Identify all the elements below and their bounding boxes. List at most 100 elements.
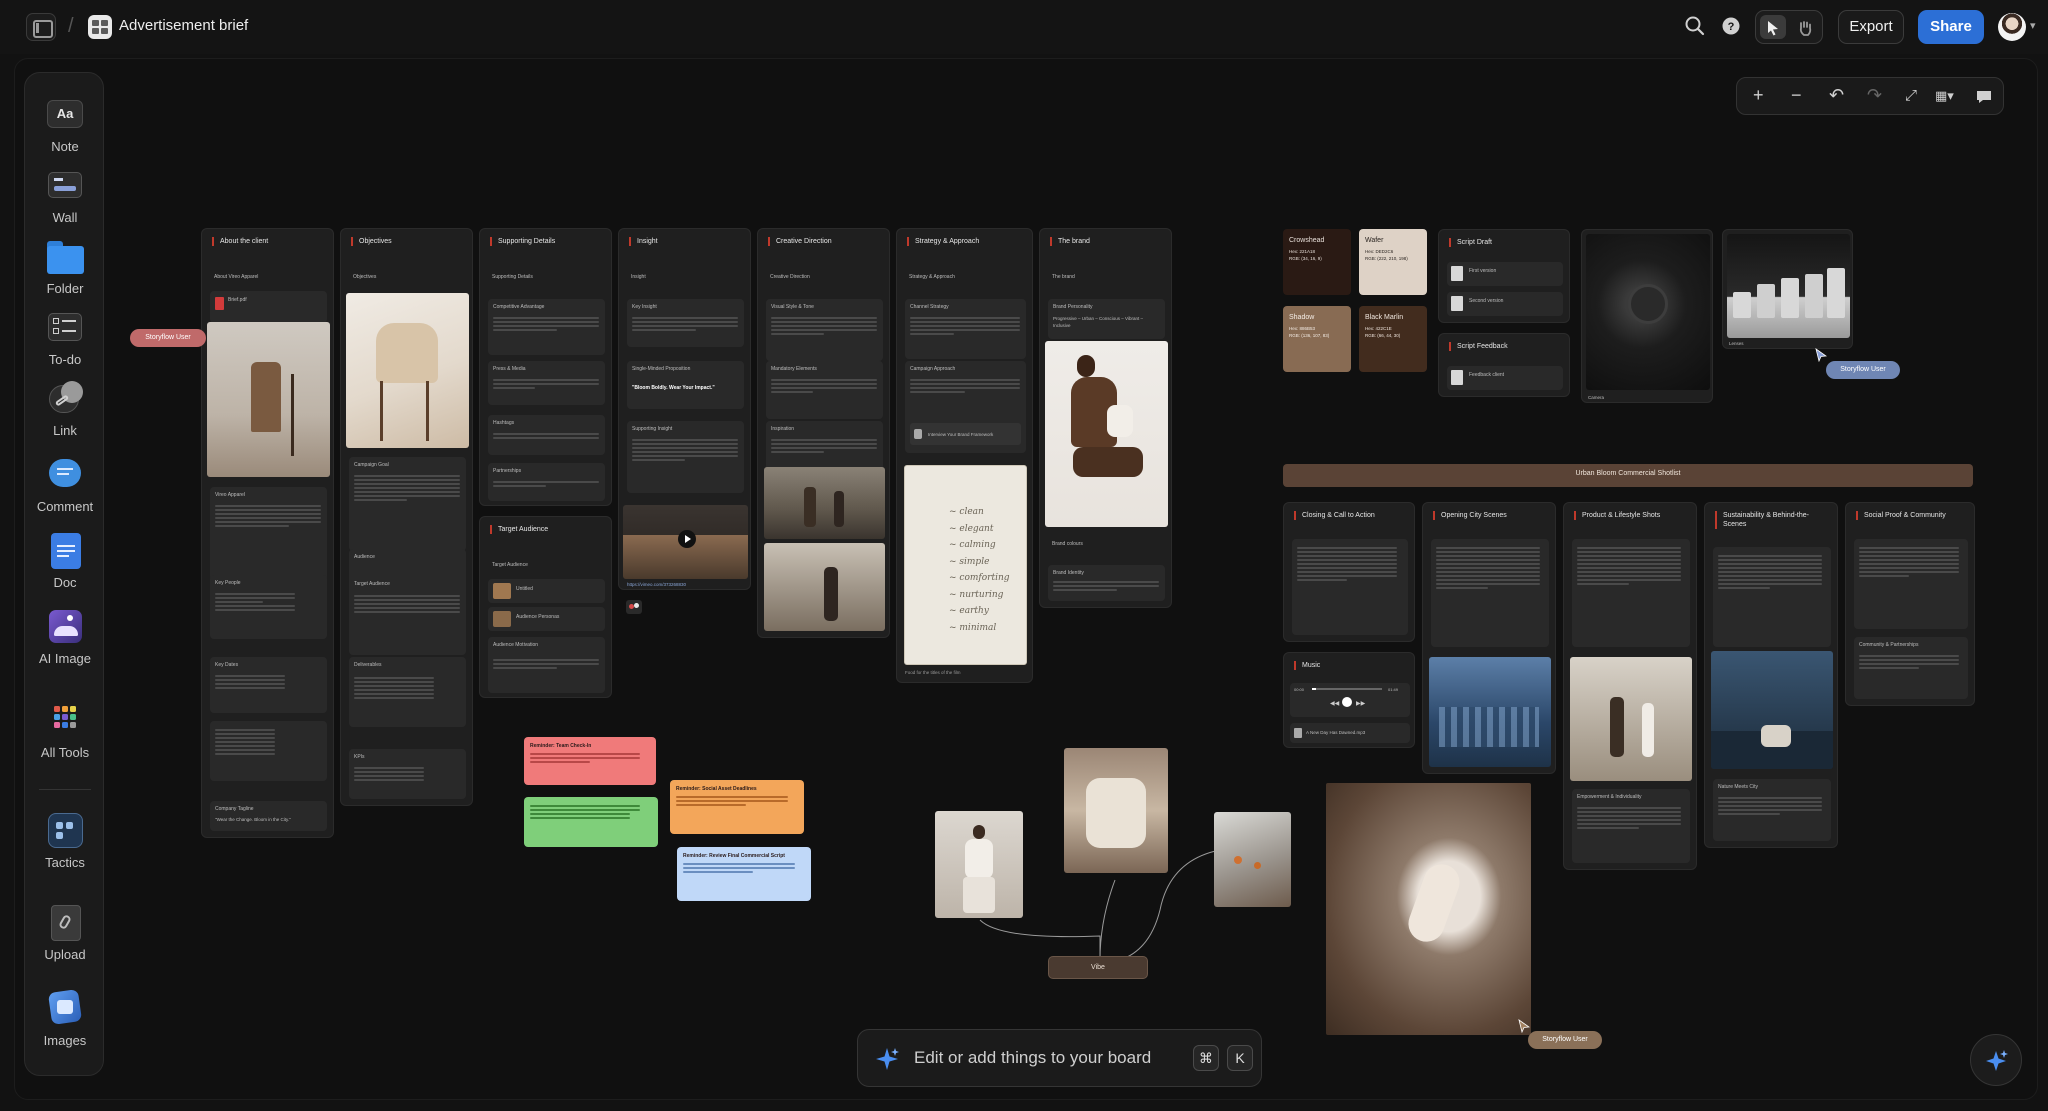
file-item[interactable]: Second version <box>1447 292 1563 316</box>
swatch-black-marlin[interactable]: Black Marlin Hex: 422C1E RGB: (66, 44, 3… <box>1359 306 1427 372</box>
mandatory-elements[interactable]: Mandatory Elements <box>766 361 883 419</box>
file-item[interactable]: Feedback client <box>1447 366 1563 390</box>
undo-icon[interactable]: ↶ <box>1829 85 1844 106</box>
framework-link[interactable]: Interview Your Brand Framework <box>910 423 1021 445</box>
key-dates[interactable]: Key Dates <box>210 657 327 713</box>
rewind-icon[interactable]: ◀◀ <box>1330 700 1339 707</box>
ai-command-bar[interactable]: Edit or add things to your board ⌘ K <box>857 1029 1262 1087</box>
audio-player[interactable]: 00:00 01:49 ◀◀ ▶▶ <box>1290 683 1410 717</box>
lenses-photo[interactable] <box>1727 234 1850 338</box>
tool-link[interactable]: Link <box>25 381 105 438</box>
audience[interactable]: Audience Target Audience <box>349 549 466 655</box>
vibe-node[interactable]: Vibe <box>1048 956 1148 979</box>
vibe-photo-beach[interactable] <box>1214 812 1291 907</box>
press-media[interactable]: Press & Media <box>488 361 605 405</box>
campaign-approach[interactable]: Campaign Approach Interview Your Brand F… <box>905 361 1026 453</box>
camera-photo[interactable] <box>1586 234 1710 390</box>
camera-card[interactable]: Camera <box>1581 229 1713 403</box>
brand-photo[interactable] <box>1045 341 1168 527</box>
column-strategy-approach[interactable]: Strategy & Approach Strategy & Approach … <box>896 228 1033 683</box>
shot-notes[interactable] <box>1713 547 1831 647</box>
export-button[interactable]: Export <box>1838 10 1904 44</box>
shotlist-column-opening[interactable]: Opening City Scenes <box>1422 502 1556 774</box>
audio-file[interactable]: A New Day Has Dawned.mp3 <box>1290 723 1410 743</box>
target-item[interactable]: Audience Personas <box>488 607 605 631</box>
shotlist-column-social[interactable]: Social Proof & Community Community & Par… <box>1845 502 1975 706</box>
sticky-note-orange[interactable]: Reminder: Social Asset Deadlines <box>670 780 804 834</box>
command-placeholder[interactable]: Edit or add things to your board <box>914 1048 1151 1068</box>
brand-identity[interactable]: Brand Identity <box>1048 565 1165 601</box>
tool-doc[interactable]: Doc <box>25 533 105 590</box>
campaign-goal[interactable]: Campaign Goal <box>349 457 466 551</box>
shot-notes[interactable] <box>1572 539 1690 647</box>
video-link[interactable]: https://vimeo.com/373268830 <box>627 581 686 588</box>
script-feedback-folder[interactable]: Script Feedback Feedback client <box>1438 333 1570 397</box>
tool-upload[interactable]: Upload <box>25 905 105 962</box>
file-item[interactable]: First version <box>1447 262 1563 286</box>
company-tagline[interactable]: Company Tagline "Wear the Change. Bloom … <box>210 801 327 831</box>
column-target-audience[interactable]: Target Audience Target Audience Untitled… <box>479 516 612 698</box>
shotlist-header[interactable]: Urban Bloom Commercial Shotlist <box>1283 464 1973 487</box>
zoom-in-icon[interactable]: + <box>1753 85 1764 106</box>
lenses-card[interactable]: Lenses <box>1722 229 1853 349</box>
community-notes[interactable]: Community & Partnerships <box>1854 637 1968 699</box>
competitive-advantage[interactable]: Competitive Advantage <box>488 299 605 355</box>
hand-icon[interactable] <box>1796 19 1814 37</box>
swatch-shadow[interactable]: Shadow Hex: 886B53 RGB: (136, 107, 83) <box>1283 306 1351 372</box>
tool-folder[interactable]: Folder <box>25 239 105 296</box>
tool-wall[interactable]: Wall <box>25 168 105 225</box>
partnerships[interactable]: Partnerships <box>488 463 605 501</box>
brief-file[interactable]: Brief.pdf <box>210 291 327 323</box>
avatar[interactable] <box>1998 13 2026 41</box>
tool-note[interactable]: Aa Note <box>25 97 105 154</box>
swatch-wafer[interactable]: Wafer Hex: DED2C6 RGB: (222, 210, 198) <box>1359 229 1427 295</box>
link-preview-icon[interactable] <box>626 600 642 614</box>
search-icon[interactable] <box>1684 15 1706 37</box>
nature-photo[interactable] <box>1711 651 1833 769</box>
target-item[interactable]: Untitled <box>488 579 605 603</box>
checklist[interactable] <box>210 721 327 781</box>
board-title[interactable]: Advertisement brief <box>119 17 248 34</box>
ai-assistant-button[interactable] <box>1970 1034 2022 1086</box>
toggle-sidebar-icon[interactable] <box>26 13 56 41</box>
script-draft-folder[interactable]: Script Draft First version Second versio… <box>1438 229 1570 323</box>
tool-ai-image[interactable]: AI Image <box>25 609 105 666</box>
tool-all-tools[interactable]: All Tools <box>25 703 105 760</box>
pointer-icon[interactable] <box>1765 19 1781 37</box>
sticky-note-green[interactable] <box>524 797 658 847</box>
column-creative-direction[interactable]: Creative Direction Creative Direction Vi… <box>757 228 890 638</box>
knit-sweater-photo[interactable] <box>1326 783 1531 1035</box>
column-insight[interactable]: Insight Insight Key Insight Single-Minde… <box>618 228 751 590</box>
tool-tactics[interactable]: Tactics <box>25 813 105 870</box>
hashtags[interactable]: Hashtags <box>488 415 605 455</box>
redo-icon[interactable]: ↷ <box>1867 85 1882 106</box>
inspiration-photo-2[interactable] <box>764 543 885 631</box>
channel-strategy[interactable]: Channel Strategy <box>905 299 1026 359</box>
tool-todo[interactable]: To-do <box>25 310 105 367</box>
cursor-mode-toggle[interactable] <box>1755 10 1823 44</box>
audience-motivation[interactable]: Audience Motivation <box>488 637 605 693</box>
client-photo[interactable] <box>207 322 330 477</box>
swatch-crowshead[interactable]: Crowshead Hex: 221A18 RGB: (34, 16, 9) <box>1283 229 1351 295</box>
key-insight[interactable]: Key Insight <box>627 299 744 347</box>
view-grid-icon[interactable]: ▦▾ <box>1935 88 1954 104</box>
shotlist-column-product[interactable]: Product & Lifestyle Shots Empowerment & … <box>1563 502 1697 870</box>
sticky-note-red[interactable]: Reminder: Team Check-In <box>524 737 656 785</box>
chevron-down-icon[interactable]: ▾ <box>2030 19 2036 32</box>
nature-notes[interactable]: Nature Meets City <box>1713 779 1831 841</box>
key-people[interactable]: Key People <box>210 575 327 639</box>
tool-comment[interactable]: Comment <box>25 457 105 514</box>
vibe-photo-man[interactable] <box>935 811 1023 918</box>
empowerment-notes[interactable]: Empowerment & Individuality <box>1572 789 1690 863</box>
share-button[interactable]: Share <box>1918 10 1984 44</box>
sticky-note-blue[interactable]: Reminder: Review Final Commercial Script <box>677 847 811 901</box>
supporting-insight[interactable]: Supporting Insight <box>627 421 744 493</box>
fullscreen-icon[interactable]: ⤢ <box>1905 87 1917 104</box>
column-brand[interactable]: The brand The brand Brand Personality Pr… <box>1039 228 1172 608</box>
tool-images[interactable]: Images <box>25 989 105 1048</box>
video-embed[interactable] <box>623 505 748 579</box>
forward-icon[interactable]: ▶▶ <box>1356 700 1365 707</box>
shotlist-column-closing[interactable]: Closing & Call to Action <box>1283 502 1415 642</box>
city-photo[interactable] <box>1429 657 1551 767</box>
play-icon[interactable] <box>1342 697 1352 707</box>
